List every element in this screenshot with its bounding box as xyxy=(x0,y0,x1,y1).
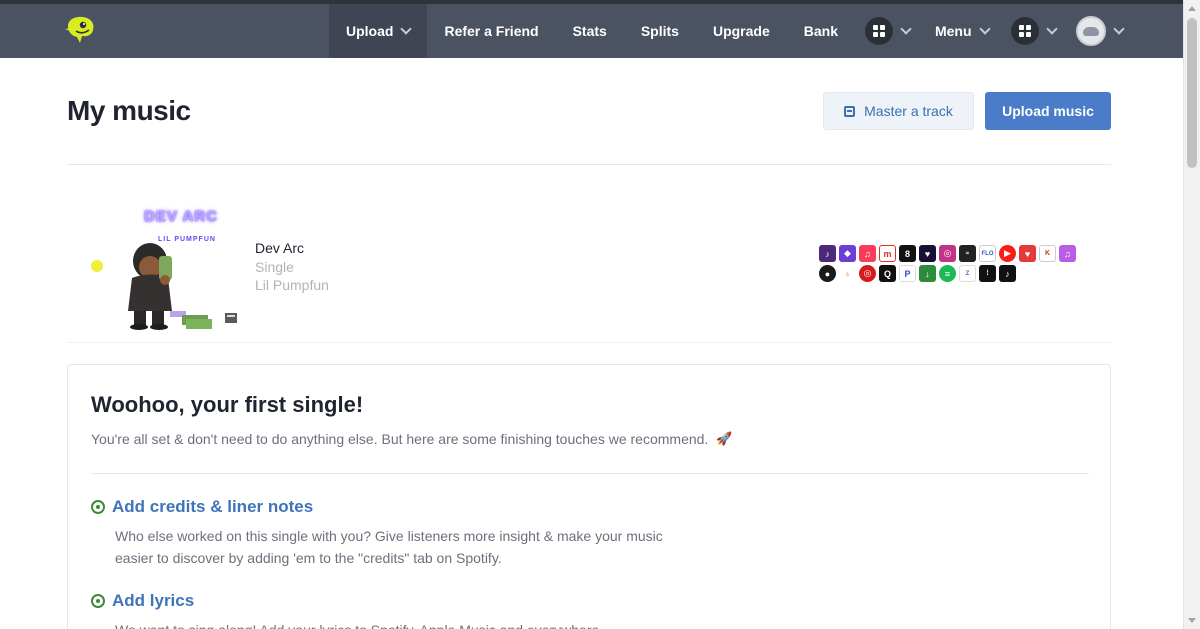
card-subtitle: You're all set & don't need to do anythi… xyxy=(91,431,733,447)
store-flo-icon: FLO xyxy=(979,245,996,262)
apps-grid-icon xyxy=(864,17,893,45)
nav-stats[interactable]: Stats xyxy=(556,4,624,58)
store-netease-icon: ◎ xyxy=(859,265,876,282)
store-icons-list: ♪ ◆ ♫ m 8 ♥ ◎ ≈ FLO ▶ ♥ K ♫ ● ♁ ◎ Q P ↓ … xyxy=(819,245,1079,282)
nav-upgrade[interactable]: Upgrade xyxy=(696,4,787,58)
main-nav: Upload Refer a Friend Stats Splits Upgra… xyxy=(329,4,1135,58)
apps-menu-button-2[interactable] xyxy=(1006,4,1066,58)
card-divider xyxy=(91,473,1089,474)
store-anghami-icon: ◆ xyxy=(839,245,856,262)
store-zing-icon: Z xyxy=(959,265,976,282)
upload-music-button[interactable]: Upload music xyxy=(985,92,1111,130)
scroll-thumb[interactable] xyxy=(1187,18,1197,168)
apps-menu-button[interactable] xyxy=(855,4,920,58)
store-itunes-icon: ♫ xyxy=(1059,245,1076,262)
store-tidal-icon: ● xyxy=(819,265,836,282)
store-jiosaavn-icon: ♁ xyxy=(839,265,856,282)
release-status-indicator xyxy=(91,260,103,272)
chevron-down-icon xyxy=(978,22,991,35)
add-credits-link[interactable]: Add credits & liner notes xyxy=(112,497,313,517)
store-pandora-icon: P xyxy=(899,265,916,282)
check-circle-icon xyxy=(91,500,105,514)
cover-artwork-figure xyxy=(128,243,237,330)
store-tiktok-music-icon: ⁞ xyxy=(979,265,996,282)
check-circle-icon xyxy=(91,594,105,608)
chevron-down-icon xyxy=(400,22,413,35)
store-spotify-icon: ≡ xyxy=(939,265,956,282)
album-cover-art[interactable]: DEV ARC LIL PUMPFUN xyxy=(112,203,242,331)
tip-add-credits: Add credits & liner notes Who else worke… xyxy=(91,497,675,569)
tip-header: Add lyrics xyxy=(91,591,675,611)
nav-refer-a-friend[interactable]: Refer a Friend xyxy=(427,4,555,58)
master-a-track-label: Master a track xyxy=(864,103,953,119)
add-lyrics-link[interactable]: Add lyrics xyxy=(112,591,194,611)
store-boomplay-icon: m xyxy=(879,245,896,262)
release-title[interactable]: Dev Arc xyxy=(255,240,304,256)
rocket-icon: 🚀 xyxy=(716,431,733,446)
store-deezer-icon: 8 xyxy=(899,245,916,262)
nav-upload-label: Upload xyxy=(346,23,394,39)
card-subtitle-text: You're all set & don't need to do anythi… xyxy=(91,431,709,447)
nav-splits-label: Splits xyxy=(640,23,679,39)
card-title: Woohoo, your first single! xyxy=(91,392,364,417)
nav-refer-label: Refer a Friend xyxy=(444,23,539,39)
store-amazon-music-icon: ♪ xyxy=(819,245,836,262)
account-menu-button[interactable] xyxy=(1066,4,1135,58)
store-kkbox-icon: K xyxy=(1039,245,1056,262)
header-divider xyxy=(67,164,1111,165)
first-single-card: Woohoo, your first single! You're all se… xyxy=(67,364,1111,629)
app-logo-icon[interactable] xyxy=(62,14,98,50)
avatar xyxy=(1075,16,1106,46)
master-track-icon xyxy=(844,105,856,117)
nav-stats-label: Stats xyxy=(572,23,607,39)
store-napster-icon: ♥ xyxy=(919,245,936,262)
page-scrollbar[interactable] xyxy=(1183,0,1200,629)
tip-add-lyrics: Add lyrics We want to sing along! Add yo… xyxy=(91,591,675,629)
release-divider xyxy=(67,342,1111,343)
store-youtube-music-icon: ▶ xyxy=(999,245,1016,262)
nav-upgrade-label: Upgrade xyxy=(712,23,770,39)
nav-splits[interactable]: Splits xyxy=(624,4,696,58)
store-saavn-icon: ↓ xyxy=(919,265,936,282)
nav-menu-label: Menu xyxy=(934,23,972,39)
release-artist: Lil Pumpfun xyxy=(255,277,329,293)
scroll-down-arrow-icon[interactable] xyxy=(1188,618,1196,623)
tip-header: Add credits & liner notes xyxy=(91,497,675,517)
tip-description: Who else worked on this single with you?… xyxy=(115,528,663,566)
store-audiomack-icon: ≈ xyxy=(959,245,976,262)
apps-grid-icon xyxy=(1010,17,1039,45)
nav-bank-label: Bank xyxy=(803,23,838,39)
top-navigation-bar: Upload Refer a Friend Stats Splits Upgra… xyxy=(0,0,1183,58)
chevron-down-icon xyxy=(1045,22,1058,35)
release-type: Single xyxy=(255,259,294,275)
store-instagram-icon: ◎ xyxy=(939,245,956,262)
chevron-down-icon xyxy=(1112,22,1125,35)
page-title: My music xyxy=(67,95,191,126)
nav-bank[interactable]: Bank xyxy=(787,4,855,58)
master-a-track-button[interactable]: Master a track xyxy=(823,92,974,130)
nav-upload[interactable]: Upload xyxy=(329,4,428,58)
tip-description: We want to sing along! Add your lyrics t… xyxy=(115,619,675,629)
store-qobuz-icon: Q xyxy=(879,265,896,282)
scroll-up-arrow-icon[interactable] xyxy=(1188,6,1196,11)
chevron-down-icon xyxy=(900,22,912,35)
store-iheartradio-icon: ♥ xyxy=(1019,245,1036,262)
store-tiktok-icon: ♪ xyxy=(999,265,1016,282)
nav-menu[interactable]: Menu xyxy=(920,4,1006,58)
store-apple-music-icon: ♫ xyxy=(859,245,876,262)
